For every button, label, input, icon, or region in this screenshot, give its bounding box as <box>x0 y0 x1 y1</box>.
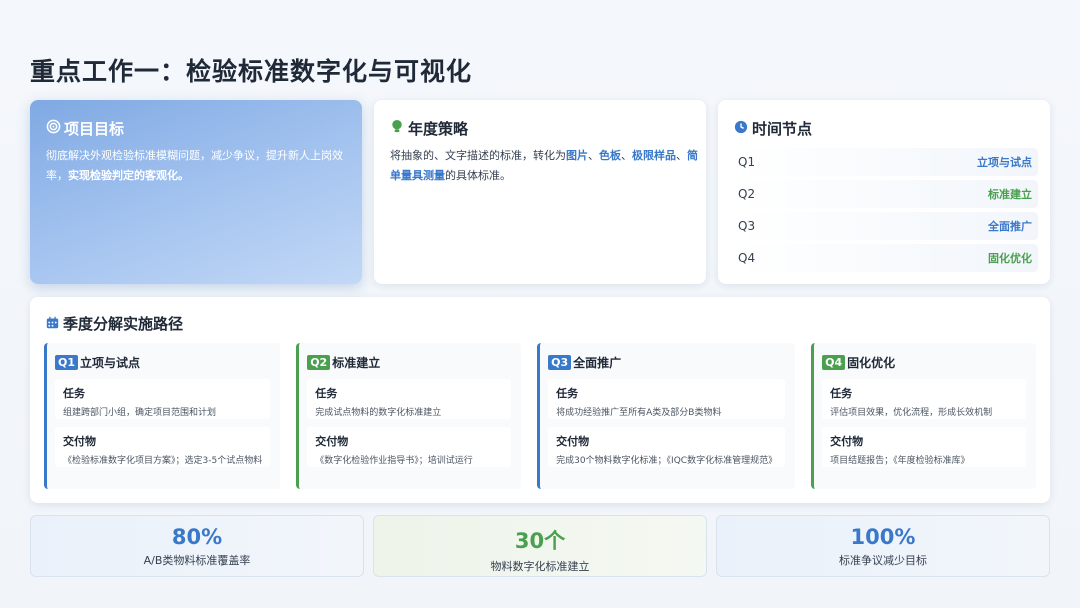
strategy-text-2: 的具体标准。 <box>445 169 511 182</box>
quarter-column-q1: Q1 立项与试点 任务组建跨部门小组，确定项目范围和计划 交付物《检验标准数字化项… <box>44 343 281 489</box>
quarter-badge: Q3 <box>548 354 572 370</box>
highlight-images: 图片 <box>566 149 588 162</box>
project-goal-card: 项目目标 彻底解决外观检验标准模糊问题，减少争议，提升新人上岗效率，实现检验判定… <box>30 100 362 284</box>
strategy-sep-3: 、 <box>676 149 687 162</box>
timeline-row-q1: Q1 立项与试点 <box>734 148 1038 176</box>
task-block: 任务将成功经验推广至所有A类及部分B类物料 <box>548 379 786 419</box>
deliverable-block: 交付物《检验标准数字化项目方案》；选定3-5个试点物料 <box>55 427 271 467</box>
kpi-label: A/B类物料标准覆盖率 <box>143 554 251 567</box>
quarter-title: Q1 立项与试点 <box>55 353 270 371</box>
timeline-list: Q1 立项与试点 Q2 标准建立 Q3 全面推广 Q4 固化优化 <box>734 148 1038 276</box>
quarter-name: 固化优化 <box>847 355 896 370</box>
quarter-column-q3: Q3 全面推广 任务将成功经验推广至所有A类及部分B类物料 交付物完成30个物料数… <box>537 343 796 489</box>
annual-strategy-heading: 年度策略 <box>390 118 468 139</box>
timeline-quarter: Q2 <box>738 187 756 201</box>
deliverable-label: 交付物 <box>315 435 349 448</box>
task-text: 完成试点物料的数字化标准建立 <box>315 408 442 418</box>
strategy-sep-2: 、 <box>621 149 632 162</box>
timeline-milestone: 全面推广 <box>988 220 1032 233</box>
annual-strategy-card: 年度策略 将抽象的、文字描述的标准，转化为图片、色板、极限样品、简单量具测量的具… <box>374 100 706 284</box>
page-title: 重点工作一：检验标准数字化与可视化 <box>30 57 473 86</box>
goal-text-b: 实现检验判定的客观化。 <box>68 169 189 182</box>
kpi-card-standards: 30个 物料数字化标准建立 <box>373 515 707 577</box>
timeline-row-q4: Q4 固化优化 <box>734 244 1038 272</box>
project-goal-title: 项目目标 <box>64 120 125 138</box>
deliverable-text: 《数字化检验作业指导书》；培训试运行 <box>315 456 473 466</box>
project-goal-text: 彻底解决外观检验标准模糊问题，减少争议，提升新人上岗效率，实现检验判定的客观化。 <box>46 146 346 186</box>
deliverable-block: 交付物《数字化检验作业指导书》；培训试运行 <box>307 427 512 467</box>
target-icon <box>46 119 61 138</box>
timeline-milestone: 立项与试点 <box>977 156 1032 169</box>
annual-strategy-text: 将抽象的、文字描述的标准，转化为图片、色板、极限样品、简单量具测量的具体标准。 <box>390 146 700 186</box>
task-text: 组建跨部门小组，确定项目范围和计划 <box>63 408 217 418</box>
quarter-name: 全面推广 <box>573 355 622 370</box>
quarterly-roadmap-card: 季度分解实施路径 Q1 立项与试点 任务组建跨部门小组，确定项目范围和计划 交付物… <box>30 297 1050 503</box>
annual-strategy-title: 年度策略 <box>408 120 469 138</box>
task-text: 将成功经验推广至所有A类及部分B类物料 <box>556 408 722 418</box>
kpi-value: 30个 <box>514 529 566 553</box>
timeline-heading: 时间节点 <box>734 118 812 139</box>
kpi-value: 80% <box>171 525 223 549</box>
deliverable-text: 《检验标准数字化项目方案》；选定3-5个试点物料 <box>63 456 263 466</box>
calendar-icon <box>46 315 59 333</box>
task-label: 任务 <box>556 387 579 400</box>
roadmap-title: 季度分解实施路径 <box>63 315 184 333</box>
timeline-row-q3: Q3 全面推广 <box>734 212 1038 240</box>
kpi-label: 标准争议减少目标 <box>839 554 927 567</box>
timeline-milestone: 标准建立 <box>988 188 1032 201</box>
quarter-name: 标准建立 <box>332 355 381 370</box>
kpi-card-coverage: 80% A/B类物料标准覆盖率 <box>30 515 364 577</box>
deliverable-label: 交付物 <box>63 435 96 448</box>
quarter-columns: Q1 立项与试点 任务组建跨部门小组，确定项目范围和计划 交付物《检验标准数字化项… <box>44 343 1036 489</box>
task-block: 任务评估项目效果，优化流程，形成长效机制 <box>822 379 1026 419</box>
quarter-title: Q4 固化优化 <box>822 353 1026 371</box>
timeline-row-q2: Q2 标准建立 <box>734 180 1038 208</box>
task-text: 评估项目效果，优化流程，形成长效机制 <box>830 408 993 418</box>
task-label: 任务 <box>830 387 853 400</box>
highlight-color-board: 色板 <box>599 149 621 162</box>
strategy-sep-1: 、 <box>588 149 599 162</box>
deliverable-label: 交付物 <box>830 435 864 448</box>
deliverable-block: 交付物项目结题报告；《年度检验标准库》 <box>822 427 1026 467</box>
quarter-badge: Q2 <box>307 354 331 370</box>
timeline-quarter: Q1 <box>738 155 756 169</box>
deliverable-block: 交付物完成30个物料数字化标准；《IQC数字化标准管理规范》 <box>548 427 786 467</box>
task-label: 任务 <box>63 387 85 400</box>
timeline-quarter: Q3 <box>738 219 756 233</box>
timeline-quarter: Q4 <box>738 251 756 265</box>
task-block: 任务组建跨部门小组，确定项目范围和计划 <box>55 379 271 419</box>
kpi-label: 物料数字化标准建立 <box>490 560 590 573</box>
deliverable-label: 交付物 <box>556 435 590 448</box>
timeline-title: 时间节点 <box>752 120 813 138</box>
strategy-text-1: 将抽象的、文字描述的标准，转化为 <box>390 149 566 162</box>
roadmap-heading: 季度分解实施路径 <box>46 313 183 334</box>
quarter-badge: Q1 <box>55 354 79 370</box>
quarter-title: Q2 标准建立 <box>307 353 511 371</box>
quarter-title: Q3 全面推广 <box>548 353 785 371</box>
deliverable-text: 项目结题报告；《年度检验标准库》 <box>830 456 970 466</box>
timeline-card: 时间节点 Q1 立项与试点 Q2 标准建立 Q3 全面推广 Q4 固化优化 <box>718 100 1050 284</box>
quarter-name: 立项与试点 <box>80 355 141 370</box>
kpi-value: 100% <box>850 525 916 549</box>
task-label: 任务 <box>315 387 338 400</box>
timeline-milestone: 固化优化 <box>988 252 1032 265</box>
project-goal-heading: 项目目标 <box>46 118 124 139</box>
highlight-limit-samples: 极限样品 <box>632 149 676 162</box>
kpi-card-dispute: 100% 标准争议减少目标 <box>716 515 1050 577</box>
quarter-column-q4: Q4 固化优化 任务评估项目效果，优化流程，形成长效机制 交付物项目结题报告；《年… <box>811 343 1036 489</box>
clock-icon <box>734 120 748 138</box>
quarter-badge: Q4 <box>822 354 846 370</box>
lightbulb-icon <box>390 119 404 138</box>
deliverable-text: 完成30个物料数字化标准；《IQC数字化标准管理规范》 <box>556 456 778 466</box>
quarter-column-q2: Q2 标准建立 任务完成试点物料的数字化标准建立 交付物《数字化检验作业指导书》；… <box>296 343 522 489</box>
task-block: 任务完成试点物料的数字化标准建立 <box>307 379 512 419</box>
